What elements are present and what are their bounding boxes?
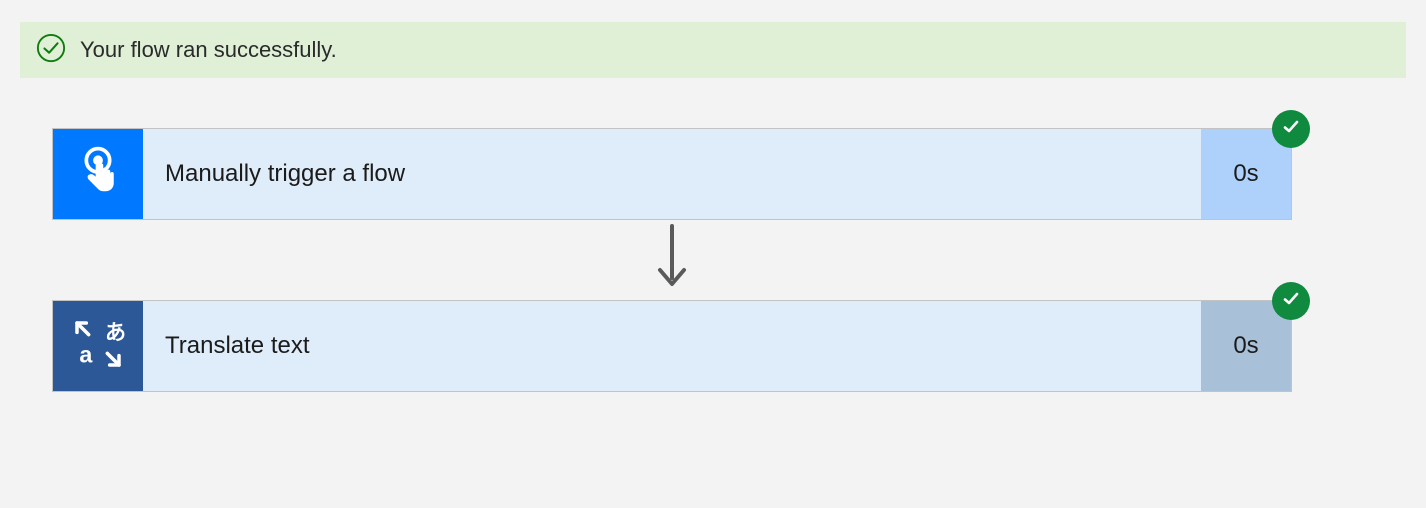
step-title: Translate text xyxy=(143,301,1201,391)
success-banner: Your flow ran successfully. xyxy=(20,22,1406,78)
step-title: Manually trigger a flow xyxy=(143,129,1201,219)
flow-canvas: Manually trigger a flow 0s xyxy=(20,78,1406,392)
step-duration: 0s xyxy=(1201,129,1291,219)
step-icon-container: あ a xyxy=(53,301,143,391)
check-circle-icon xyxy=(36,33,66,68)
status-badge-success xyxy=(1273,283,1309,319)
flow-connector xyxy=(52,220,1292,300)
check-icon xyxy=(1281,289,1301,314)
check-icon xyxy=(1281,117,1301,142)
svg-text:a: a xyxy=(79,341,93,367)
step-duration: 0s xyxy=(1201,301,1291,391)
translate-icon: あ a xyxy=(70,316,126,377)
flow-step-trigger[interactable]: Manually trigger a flow 0s xyxy=(52,128,1292,220)
step-icon-container xyxy=(53,129,143,219)
flow-step-translate[interactable]: あ a Translate text 0s xyxy=(52,300,1292,392)
touch-icon xyxy=(70,144,126,205)
banner-message: Your flow ran successfully. xyxy=(80,37,337,63)
arrow-down-icon xyxy=(652,222,692,299)
svg-text:あ: あ xyxy=(105,321,126,344)
status-badge-success xyxy=(1273,111,1309,147)
